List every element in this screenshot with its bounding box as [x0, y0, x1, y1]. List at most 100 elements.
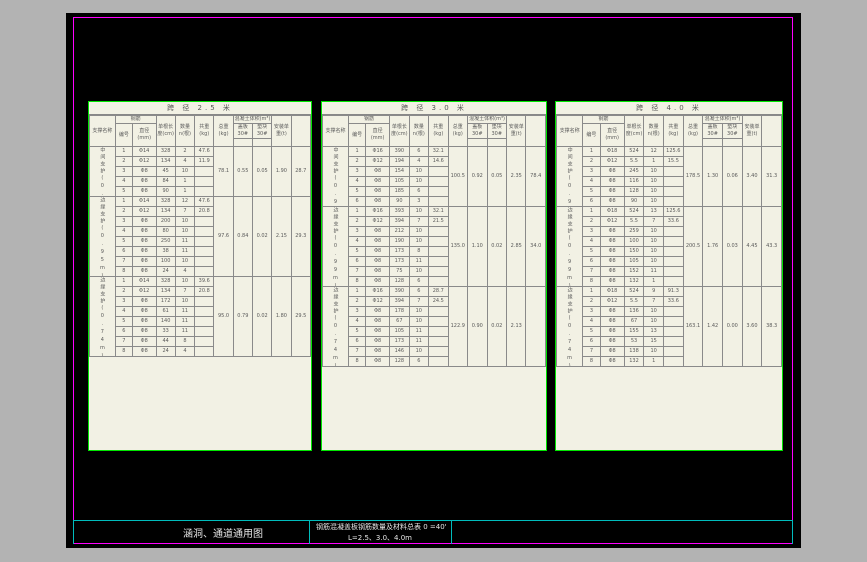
bar-count: 11 — [174, 236, 196, 247]
bar-weight — [194, 176, 215, 187]
bar-length: 100 — [623, 236, 645, 247]
bar-length: 152 — [623, 266, 645, 277]
bar-dia: Φ8 — [599, 346, 625, 357]
bar-weight — [428, 186, 449, 197]
col-pad: 垫块30# — [486, 123, 508, 139]
bar-weight — [663, 346, 684, 357]
bar-dia: Φ18 — [599, 206, 625, 217]
table-row: 边缘支护(0.95m) 1 Φ14 328 12 47.6 97.6 0.84 0.02 2.15… — [89, 196, 311, 277]
col-pad: 垫块30# — [721, 123, 743, 139]
bar-count: 10 — [643, 176, 664, 187]
bar-weight — [428, 326, 449, 337]
table-row: 边缘支护(0.74m) 1 Φ14 328 10 39.6 95.0 0.79 0.02 1.80… — [89, 276, 311, 357]
bar-weight — [663, 166, 684, 177]
bar-count: 10 — [408, 176, 430, 187]
bar-count: 1 — [174, 186, 196, 197]
bar-weight — [194, 226, 215, 237]
bar-no: 3 — [114, 296, 133, 307]
bar-length: 61 — [155, 306, 176, 317]
bar-length: 90 — [623, 196, 645, 207]
bar-weight: 39.6 — [194, 276, 215, 287]
bar-weight — [663, 326, 684, 337]
col-concrete: 混凝土体积(m³) — [467, 115, 507, 124]
col-length: 单根长度(cm) — [155, 115, 176, 147]
bar-count: 12 — [643, 146, 664, 157]
bar-dia: Φ8 — [131, 316, 157, 327]
table-row: 中间支护(0.99m) 1 Φ16 390 6 32.1 100.5 0.92 0.05 2.35… — [322, 146, 546, 207]
bar-no: 3 — [114, 166, 133, 177]
bar-count: 10 — [643, 236, 664, 247]
bar-length: 33 — [155, 326, 176, 337]
bar-dia: Φ12 — [131, 156, 157, 167]
unit-weight: 2.13 — [505, 286, 527, 367]
bar-no: 4 — [582, 316, 601, 327]
bar-length: 100 — [155, 256, 176, 267]
drawing-span-list: L=2.5、3.0、4.0m — [348, 534, 412, 542]
bar-dia: Φ8 — [365, 236, 391, 247]
bar-count: 7 — [643, 296, 664, 307]
bar-count: 6 — [408, 286, 430, 297]
bar-length: 178 — [389, 306, 410, 317]
col-extra — [525, 115, 546, 147]
col-count: 数量n(根) — [408, 115, 430, 147]
bar-dia: Φ8 — [365, 196, 391, 207]
bar-dia: Φ14 — [131, 146, 157, 157]
bar-weight — [194, 296, 215, 307]
bar-no: 5 — [582, 246, 601, 257]
bar-length: 53 — [623, 336, 645, 347]
subtotal — [525, 286, 546, 367]
bar-count: 10 — [408, 226, 430, 237]
bar-length: 128 — [389, 356, 410, 367]
bar-count: 4 — [174, 156, 196, 167]
bar-count: 4 — [174, 346, 196, 357]
bar-weight — [194, 346, 215, 357]
bar-count: 6 — [408, 146, 430, 157]
bar-no: 3 — [582, 306, 601, 317]
col-weight: 共重(kg) — [663, 115, 684, 147]
support-name: 边缘支护(0.99m) — [322, 206, 349, 287]
bar-length: 212 — [389, 226, 410, 237]
col-rebar: 钢筋 — [347, 115, 391, 124]
bar-length: 173 — [389, 246, 410, 257]
bar-length: 328 — [155, 276, 176, 287]
bar-dia: Φ8 — [599, 316, 625, 327]
bar-dia: Φ8 — [599, 246, 625, 257]
col-support: 支撑名称 — [556, 115, 584, 147]
bar-length: 524 — [623, 286, 645, 297]
bar-no: 3 — [582, 226, 601, 237]
unit-weight: 3.40 — [741, 146, 763, 207]
bar-weight — [663, 276, 684, 287]
bar-no: 1 — [114, 276, 133, 287]
bar-dia: Φ14 — [131, 276, 157, 287]
bar-length: 393 — [389, 206, 410, 217]
bar-weight — [194, 256, 215, 267]
bar-dia: Φ8 — [365, 326, 391, 337]
bar-weight — [663, 336, 684, 347]
bar-length: 24 — [155, 346, 176, 357]
bar-length: 105 — [623, 256, 645, 267]
bar-count: 10 — [174, 226, 196, 237]
bar-no: 3 — [347, 306, 367, 317]
bar-count: 10 — [174, 166, 196, 177]
bar-count: 11 — [174, 306, 196, 317]
bar-count: 11 — [408, 336, 430, 347]
bar-no: 4 — [114, 226, 133, 237]
bar-no: 6 — [582, 336, 601, 347]
bar-dia: Φ8 — [365, 176, 391, 187]
bar-count: 2 — [174, 146, 196, 157]
bar-count: 10 — [174, 216, 196, 227]
bar-weight — [663, 236, 684, 247]
span-title: 跨 径 4.0 米 — [556, 102, 782, 115]
bar-no: 2 — [582, 216, 601, 227]
bar-length: 138 — [623, 346, 645, 357]
bar-weight — [428, 166, 449, 177]
span-table-panel: 跨 径 3.0 米支撑名称 钢筋 单根长度(cm) 数量n(根) 共重(kg) 总重(kg… — [321, 101, 547, 451]
table-row: 中间支护(0.99m) 1 Φ18 524 12 125.6 178.5 1.30 0.06 3.… — [556, 146, 782, 207]
bar-weight: 32.1 — [428, 206, 449, 217]
rebar-quantity-table: 支撑名称 钢筋 单根长度(cm) 数量n(根) 共重(kg) 总重(kg) 混凝土体积(m³… — [556, 115, 782, 367]
bar-count: 10 — [643, 186, 664, 197]
bar-no: 6 — [347, 196, 367, 207]
col-unit: 安装单重(t) — [271, 115, 292, 147]
bar-count: 10 — [643, 346, 664, 357]
bar-no: 2 — [114, 286, 133, 297]
